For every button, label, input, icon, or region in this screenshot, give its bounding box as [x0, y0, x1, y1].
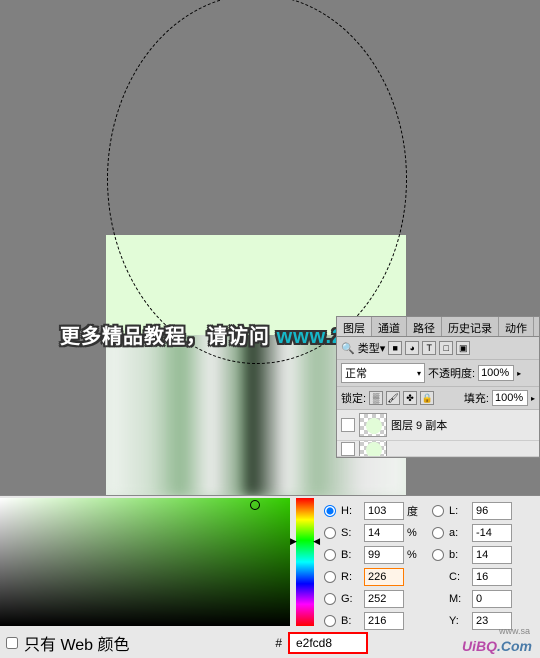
- h-unit: 度: [407, 503, 429, 519]
- s-input[interactable]: 14: [364, 524, 404, 542]
- lock-row: 锁定: ▒ 🖌 ✤ 🔒 填充: 100% ▸: [337, 387, 539, 410]
- chevron-down-icon[interactable]: ▸: [517, 369, 521, 378]
- web-only-checkbox[interactable]: [6, 637, 18, 649]
- blend-row: 正常▾ 不透明度: 100% ▸: [337, 360, 539, 387]
- adjust-filter-icon[interactable]: ◕: [405, 341, 419, 355]
- r-input[interactable]: 226: [364, 568, 404, 586]
- hue-pointer-icon: ▶◀: [290, 536, 320, 547]
- b-radio[interactable]: [432, 549, 444, 561]
- bb-label: B:: [341, 615, 361, 627]
- shape-filter-icon[interactable]: □: [439, 341, 453, 355]
- layer-thumbnail[interactable]: [359, 413, 387, 437]
- lock-transparent-icon[interactable]: ▒: [369, 391, 383, 405]
- watermark-cn: 更多精品教程，请访问: [60, 326, 270, 348]
- m-input[interactable]: 0: [472, 590, 512, 608]
- hash-label: #: [275, 636, 282, 650]
- layer-row[interactable]: 图层 9 副本: [337, 410, 539, 441]
- g-label: G:: [341, 593, 361, 605]
- g-radio[interactable]: [324, 593, 336, 605]
- hex-input[interactable]: e2fcd8: [288, 632, 368, 654]
- search-icon: 🔍: [341, 342, 355, 355]
- layer-thumbnail[interactable]: [359, 441, 387, 457]
- y-label: Y:: [449, 615, 469, 627]
- color-cursor-icon: [250, 500, 260, 510]
- footer-small-text: www.sa: [499, 626, 530, 636]
- r-label: R:: [341, 571, 361, 583]
- c-label: C:: [449, 571, 469, 583]
- logo-main: UiBQ: [462, 638, 497, 654]
- lock-all-icon[interactable]: 🔒: [420, 391, 434, 405]
- tab-channels[interactable]: 通道: [372, 317, 407, 336]
- filter-row: 🔍 类型▾ ■ ◕ T □ ▣: [337, 337, 539, 360]
- color-picker-panel: ▶◀ H:103度 L:96 S:14% a:-14 B:99% b:14 R:…: [0, 495, 540, 658]
- s-radio[interactable]: [324, 527, 336, 539]
- h-radio[interactable]: [324, 505, 336, 517]
- lock-brush-icon[interactable]: 🖌: [386, 391, 400, 405]
- r-radio[interactable]: [324, 571, 336, 583]
- elliptical-selection[interactable]: [107, 0, 407, 364]
- h-input[interactable]: 103: [364, 502, 404, 520]
- type-filter-icon[interactable]: T: [422, 341, 436, 355]
- blend-mode-dropdown[interactable]: 正常▾: [341, 363, 425, 383]
- tab-paths[interactable]: 路径: [407, 317, 442, 336]
- smart-filter-icon[interactable]: ▣: [456, 341, 470, 355]
- l-radio[interactable]: [432, 505, 444, 517]
- fill-label: 填充:: [464, 390, 489, 406]
- hue-slider[interactable]: ▶◀: [296, 498, 314, 626]
- bv-input[interactable]: 99: [364, 546, 404, 564]
- bv-radio[interactable]: [324, 549, 336, 561]
- b-label: b:: [449, 549, 469, 561]
- logo-suffix: .Com: [497, 638, 532, 654]
- c-input[interactable]: 16: [472, 568, 512, 586]
- opacity-label: 不透明度:: [428, 365, 475, 381]
- h-label: H:: [341, 505, 361, 517]
- filter-type-dropdown[interactable]: 类型▾: [358, 340, 386, 356]
- pixel-filter-icon[interactable]: ■: [388, 341, 402, 355]
- layers-panel: 图层 通道 路径 历史记录 动作 🔍 类型▾ ■ ◕ T □ ▣ 正常▾ 不透明…: [336, 316, 540, 458]
- web-only-label: 只有 Web 颜色: [24, 631, 130, 655]
- m-label: M:: [449, 593, 469, 605]
- chevron-down-icon[interactable]: ▸: [531, 394, 535, 403]
- layer-row[interactable]: [337, 441, 539, 457]
- s-label: S:: [341, 527, 361, 539]
- l-input[interactable]: 96: [472, 502, 512, 520]
- tab-actions[interactable]: 动作: [499, 317, 534, 336]
- g-input[interactable]: 252: [364, 590, 404, 608]
- tab-layers[interactable]: 图层: [337, 317, 372, 336]
- footer-logo: UiBQ.Com: [462, 638, 532, 654]
- opacity-input[interactable]: 100%: [478, 365, 514, 381]
- a-radio[interactable]: [432, 527, 444, 539]
- bb-radio[interactable]: [324, 615, 336, 627]
- fill-input[interactable]: 100%: [492, 390, 528, 406]
- bv-label: B:: [341, 549, 361, 561]
- bv-unit: %: [407, 549, 429, 561]
- lock-label: 锁定:: [341, 390, 366, 406]
- tab-history[interactable]: 历史记录: [442, 317, 499, 336]
- color-field[interactable]: [0, 498, 290, 626]
- l-label: L:: [449, 505, 469, 517]
- b-input[interactable]: 14: [472, 546, 512, 564]
- a-input[interactable]: -14: [472, 524, 512, 542]
- visibility-toggle[interactable]: [341, 418, 355, 432]
- s-unit: %: [407, 527, 429, 539]
- layer-name[interactable]: 图层 9 副本: [391, 417, 447, 433]
- panel-tabs: 图层 通道 路径 历史记录 动作: [337, 317, 539, 337]
- lock-position-icon[interactable]: ✤: [403, 391, 417, 405]
- picker-bottom-row: 只有 Web 颜色 # e2fcd8: [0, 628, 540, 658]
- a-label: a:: [449, 527, 469, 539]
- visibility-toggle[interactable]: [341, 442, 355, 456]
